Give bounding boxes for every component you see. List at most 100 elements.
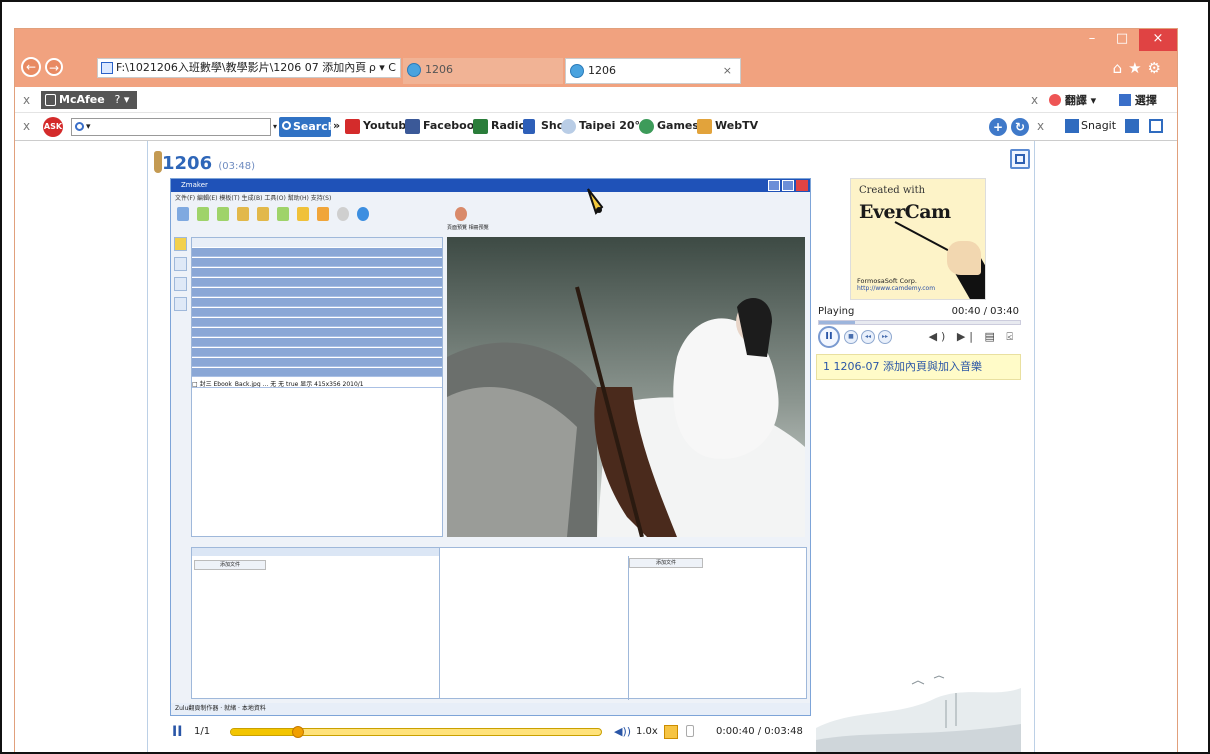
games-link[interactable]: Games [639,119,699,134]
home-favorites-settings-icons[interactable]: ⌂★⚙ [1113,59,1167,77]
games-icon [639,119,654,134]
youtube-link[interactable]: Youtube [345,119,414,134]
snagit-editor-icon[interactable] [1149,119,1163,133]
embedded-list-header [192,238,442,247]
select-button[interactable]: 選擇 [1119,92,1157,108]
seek-fill [231,729,298,735]
radio-icon [473,119,488,134]
guitar-icon [154,151,162,173]
mcafee-toolbar: x McAfee ? ▾ x 翻譯 ▾ 選擇 [15,87,1177,113]
page-content: 1206 (03:48) Zmaker 文件(F) 編輯(E) 模板(T) 生成… [15,141,1177,752]
search-dropdown-icon[interactable]: ▾ [273,122,277,131]
pause-button[interactable]: II [172,724,182,740]
forward-button[interactable]: → [45,58,63,76]
mcafee-button[interactable]: McAfee ? ▾ [41,91,137,109]
facebook-link[interactable]: Facebook [405,119,482,134]
side-progress-bar[interactable] [818,320,1021,325]
fullscreen-icon[interactable] [1010,149,1030,169]
fast-forward-button[interactable]: ▸▸ [878,330,892,344]
seek-knob[interactable] [291,726,304,738]
select-label: 選擇 [1134,94,1157,107]
snagit-capture-icon[interactable] [1125,119,1139,133]
side-progress-fill [819,321,856,324]
youtube-icon [345,119,360,134]
embedded-tool-icon [277,207,289,221]
video-frame[interactable]: Zmaker 文件(F) 編輯(E) 模板(T) 生成(B) 工具(O) 幫助(… [170,178,811,716]
embedded-maximize-icon [768,180,780,191]
close-window-button[interactable]: × [1139,29,1177,51]
seek-bar[interactable] [230,726,602,738]
radio-link[interactable]: Radio [473,119,526,134]
embedded-statusbar: Zulu翻頁制作器 · 就緒 · 本地資料 [171,703,810,715]
embedded-side-icon [174,237,187,251]
toolbar-search-input[interactable]: ▾ [71,118,271,136]
speed-control[interactable]: 1.0x [636,726,658,737]
table-row [192,328,442,337]
tab-label: 1206 [588,64,616,77]
embedded-page-list: □ 封三 Ebook_Back.jpg ... 无 无 true 显示 415x… [191,237,443,537]
embedded-pane-right: 添加文件 [628,556,808,700]
embedded-user-icon [455,207,467,221]
embedded-tool-icon [317,207,329,221]
close-right-toolbar-icon[interactable]: x [1031,93,1038,107]
close-toolbar-icon[interactable]: x [23,93,30,107]
embedded-preview-tabs: 頁面預覽 相冊預覽 [447,225,489,231]
embedded-pane-header [192,548,439,556]
playback-time-side: 00:40 / 03:40 [951,306,1019,317]
lock-icon[interactable] [686,725,694,737]
mcafee-extra: ? ▾ [114,93,130,106]
hand-icon [947,241,981,275]
landscape-decoration [816,675,1021,752]
tab-1206-active[interactable]: 1206 × [565,58,741,84]
table-row [192,268,442,277]
address-bar[interactable]: F:\1021206入班數學\教學影片\1206 07 添加內頁與加 ρ ▾ C [97,58,401,78]
fullscreen-inner [1015,154,1025,164]
embedded-restore-icon [782,180,794,191]
close-toolbar-icon[interactable]: x [23,119,30,133]
table-row [192,278,442,287]
bride-cello-photo [447,237,805,537]
cloud-icon [561,119,576,134]
add-circle-icon[interactable]: + [989,118,1007,136]
rewind-button[interactable]: ◂◂ [861,330,875,344]
pause-button[interactable]: II [818,326,840,348]
search-provider-dropdown[interactable]: ▾ [86,122,91,132]
video-title-text: 1206 [162,153,213,174]
maximize-button[interactable]: □ [1107,29,1137,51]
search-button[interactable]: Search [279,117,336,137]
screenshot-frame: ← → F:\1021206入班數學\教學影片\1206 07 添加內頁與加 ρ… [0,0,1210,754]
tab-close-icon[interactable]: × [723,59,732,83]
evercam-logo: Created with EverCam FormosaSoft Corp. h… [850,178,986,300]
back-button[interactable]: ← [21,57,41,77]
webtv-link[interactable]: WebTV [697,119,758,134]
translate-icon [1049,94,1061,106]
volume-icon[interactable]: ◀)) [614,725,631,738]
more-arrow[interactable]: » [331,119,340,132]
embedded-tool-icon [257,207,269,221]
tab-1206-inactive[interactable]: 1206 [403,58,563,84]
embedded-tool-icon [217,207,229,221]
table-row [192,368,442,377]
ask-logo-icon[interactable]: ASK [43,117,63,137]
address-text: F:\1021206入班數學\教學影片\1206 07 添加內頁與加 [116,61,389,74]
playlist-item[interactable]: 1 1206-07 添加內頁與加入音樂 [816,354,1021,380]
evercam-company: FormosaSoft Corp. [857,277,917,285]
stop-button[interactable]: ■ [844,330,858,344]
evercam-url: http://www.camdemy.com [857,285,936,292]
minimize-button[interactable]: – [1077,29,1107,51]
embedded-add-file-button: 添加文件 [194,560,266,570]
translate-button[interactable]: 翻譯 ▾ [1049,92,1096,108]
ie-globe-icon [570,64,584,78]
side-extra-controls[interactable]: ◀) ▶| ▤ ⍃ [929,330,1017,344]
evercam-created-with: Created with [859,185,926,196]
snagit-button[interactable]: Snagit [1065,119,1116,133]
weather-link[interactable]: Taipei 20°C [561,119,648,134]
browser-titlebar: ← → F:\1021206入班數學\教學影片\1206 07 添加內頁與加 ρ… [15,29,1177,87]
address-controls[interactable]: ρ ▾ C [365,59,396,77]
search-button-label: Search [293,120,336,133]
close-right-toolbar-icon[interactable]: x [1037,119,1044,133]
select-icon [1119,94,1131,106]
refresh-circle-icon[interactable]: ↻ [1011,118,1029,136]
fit-screen-icon[interactable] [664,725,678,739]
embedded-bottom-panes: 添加文件 添加文件 [191,547,808,700]
